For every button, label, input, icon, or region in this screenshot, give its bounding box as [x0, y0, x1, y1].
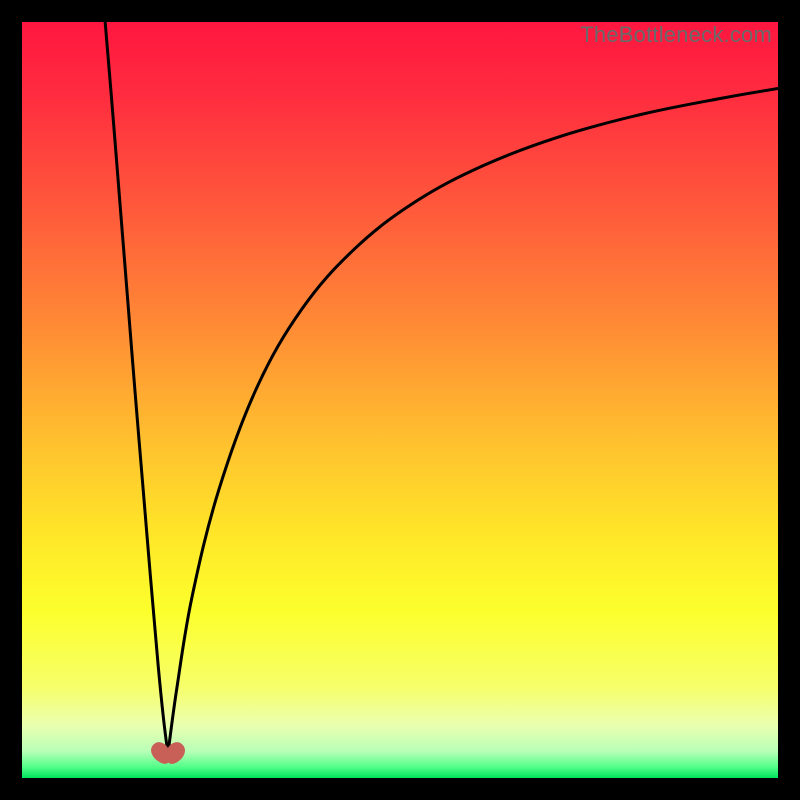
- chart-svg: [22, 22, 778, 778]
- watermark-text: TheBottleneck.com: [580, 22, 772, 48]
- chart-frame: TheBottleneck.com: [22, 22, 778, 778]
